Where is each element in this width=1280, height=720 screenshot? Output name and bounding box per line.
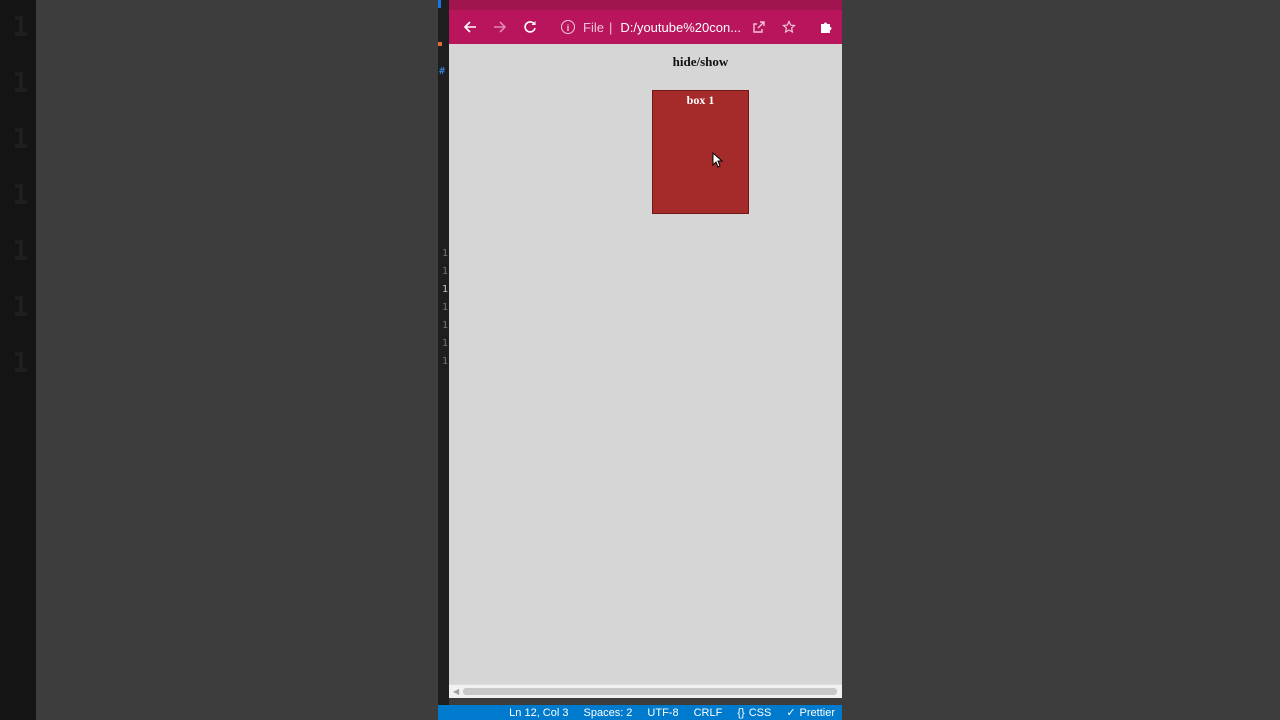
background-digit: 1 xyxy=(12,66,29,99)
background-digit: 1 xyxy=(12,122,29,155)
background-digit: 1 xyxy=(12,178,29,211)
box-label: box 1 xyxy=(686,93,715,107)
box-1[interactable]: box 1 xyxy=(652,90,749,214)
page-content: hide/show box 1 xyxy=(449,44,842,684)
browser-titlebar xyxy=(449,0,842,10)
line-number: 1 xyxy=(442,248,449,259)
blurred-background-strip: 1 1 1 1 1 1 1 xyxy=(0,0,36,720)
background-digit: 1 xyxy=(12,346,29,379)
browser-window: i File | D:/youtube%20con... hide/show b… xyxy=(449,0,842,698)
cursor-position[interactable]: Ln 12, Col 3 xyxy=(509,707,568,719)
editor-tab-indicator xyxy=(438,0,441,8)
left-backdrop xyxy=(36,0,438,720)
info-icon[interactable]: i xyxy=(561,20,575,34)
editor-gutter: # 1 1 1 1 1 1 1 xyxy=(438,0,449,705)
scroll-left-icon[interactable]: ◀ xyxy=(453,687,459,696)
file-encoding[interactable]: UTF-8 xyxy=(647,707,678,719)
check-icon: ✓ xyxy=(786,707,796,719)
editor-status-bar: Ln 12, Col 3 Spaces: 2 UTF-8 CRLF {} CSS … xyxy=(438,705,842,720)
address-scheme: File xyxy=(583,19,604,35)
address-separator: | xyxy=(608,19,613,35)
background-digit: 1 xyxy=(12,290,29,323)
hash-icon: # xyxy=(439,66,446,77)
line-number: 1 xyxy=(442,356,449,367)
mouse-cursor-icon xyxy=(712,152,724,168)
background-digit: 1 xyxy=(12,234,29,267)
extensions-icon[interactable] xyxy=(815,16,837,38)
horizontal-scrollbar[interactable]: ◀ xyxy=(449,684,842,698)
indentation-setting[interactable]: Spaces: 2 xyxy=(584,707,633,719)
address-url: D:/youtube%20con... xyxy=(620,19,742,35)
braces-icon: {} xyxy=(737,706,745,719)
reload-icon[interactable] xyxy=(519,16,541,38)
browser-toolbar: i File | D:/youtube%20con... xyxy=(449,10,842,44)
line-number: 1 xyxy=(442,320,449,331)
line-number-active: 1 xyxy=(442,284,449,295)
share-icon[interactable] xyxy=(748,16,770,38)
line-number: 1 xyxy=(442,302,449,313)
formatter-status[interactable]: ✓ Prettier xyxy=(786,706,835,719)
star-icon[interactable] xyxy=(778,16,800,38)
line-number: 1 xyxy=(442,338,449,349)
editor-change-marker xyxy=(438,42,442,46)
line-ending[interactable]: CRLF xyxy=(694,707,723,719)
forward-arrow-icon[interactable] xyxy=(489,16,511,38)
page-heading: hide/show xyxy=(672,54,729,69)
background-digit: 1 xyxy=(12,10,29,43)
line-number: 1 xyxy=(442,266,449,277)
right-backdrop xyxy=(842,0,1280,720)
scrollbar-thumb[interactable] xyxy=(463,688,837,695)
back-arrow-icon[interactable] xyxy=(459,16,481,38)
language-mode[interactable]: {} CSS xyxy=(737,707,771,719)
